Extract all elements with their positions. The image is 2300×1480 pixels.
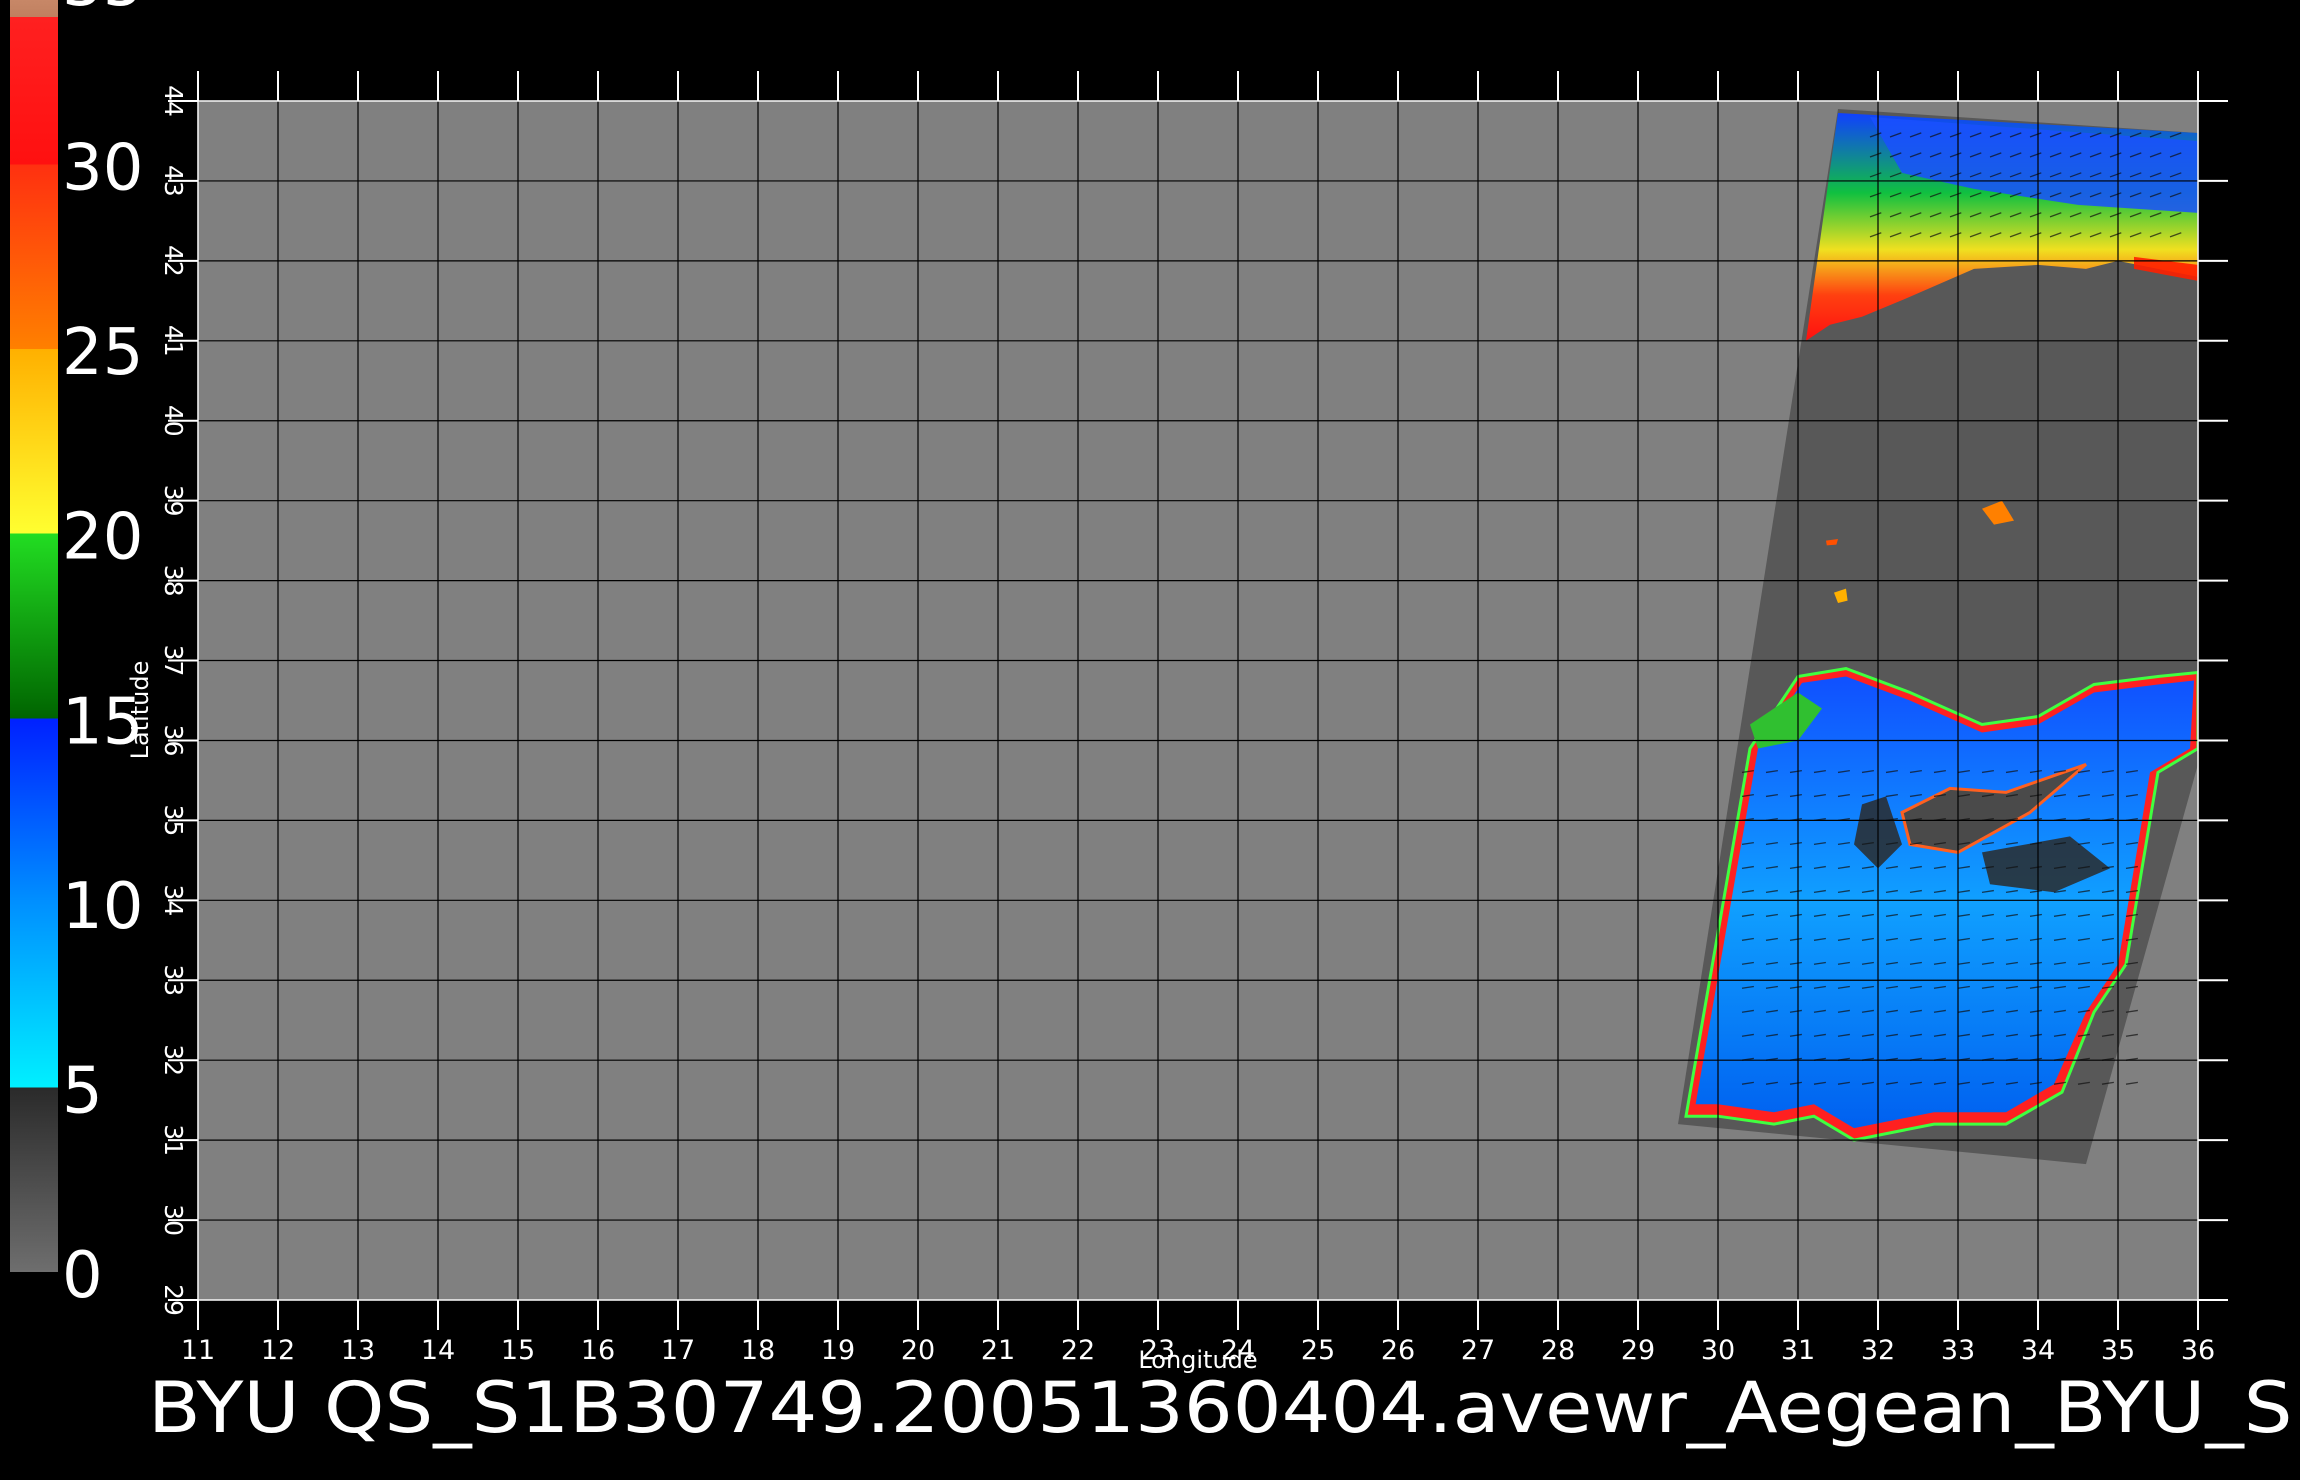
colorbar: 05101520253035 [10,0,143,1313]
x-tick-label: 21 [981,1335,1015,1366]
y-tick-label: 35 [159,804,188,836]
y-tick-label: 36 [159,725,188,757]
y-tick-label: 41 [159,325,188,357]
x-tick-label: 36 [2181,1335,2215,1366]
chart-title: BYU QS_S1B30749.20051360404.avewr_Aegean… [148,1367,2300,1449]
x-tick-label: 35 [2101,1335,2135,1366]
y-tick-label: 33 [159,964,188,996]
colorbar-tick-label: 10 [62,870,143,944]
x-tick-label: 17 [661,1335,695,1366]
x-tick-label: 16 [581,1335,615,1366]
x-tick-label: 34 [2021,1335,2055,1366]
y-tick-label: 39 [159,485,188,517]
x-tick-label: 15 [501,1335,535,1366]
y-tick-label: 43 [159,165,188,197]
x-tick-label: 28 [1541,1335,1575,1366]
colorbar-tick-label: 20 [62,501,143,575]
colorbar-tick-label: 30 [62,132,143,206]
y-tick-label: 42 [159,245,188,277]
colorbar-scale [10,0,58,1272]
y-tick-label: 30 [159,1204,188,1236]
y-tick-label: 31 [159,1124,188,1156]
y-tick-label: 38 [159,565,188,597]
x-tick-label: 30 [1701,1335,1735,1366]
x-tick-label: 13 [341,1335,375,1366]
x-tick-label: 29 [1621,1335,1655,1366]
y-tick-label: 34 [159,884,188,916]
x-tick-label: 25 [1301,1335,1335,1366]
x-tick-label: 20 [901,1335,935,1366]
colorbar-tick-label: 5 [62,1054,103,1128]
x-tick-label: 19 [821,1335,855,1366]
x-tick-label: 26 [1381,1335,1415,1366]
x-tick-label: 31 [1781,1335,1815,1366]
x-tick-label: 11 [181,1335,215,1366]
x-tick-label: 14 [421,1335,455,1366]
y-axis-label: Latitude [126,661,154,760]
scatterometer-map: 11 12 13 14 15 16 17 18 19 20 21 22 23 24 25 26 27 28 29 30… [10,0,2300,1449]
y-tick-label: 32 [159,1044,188,1076]
y-tick-labels: 29 30 31 32 33 34 35 36 37 38 39 40 41 42 43 44 [159,85,188,1316]
x-tick-label: 18 [741,1335,775,1366]
colorbar-tick-label: 0 [62,1239,103,1313]
y-tick-label: 44 [159,85,188,117]
y-tick-label: 29 [159,1284,188,1316]
x-tick-label: 27 [1461,1335,1495,1366]
colorbar-tick-label: 35 [62,0,143,21]
x-tick-label: 22 [1061,1335,1095,1366]
x-tick-label: 33 [1941,1335,1975,1366]
x-tick-label: 32 [1861,1335,1895,1366]
x-tick-label: 12 [261,1335,295,1366]
colorbar-tick-label: 25 [62,316,143,390]
y-tick-label: 40 [159,405,188,437]
y-tick-label: 37 [159,645,188,677]
